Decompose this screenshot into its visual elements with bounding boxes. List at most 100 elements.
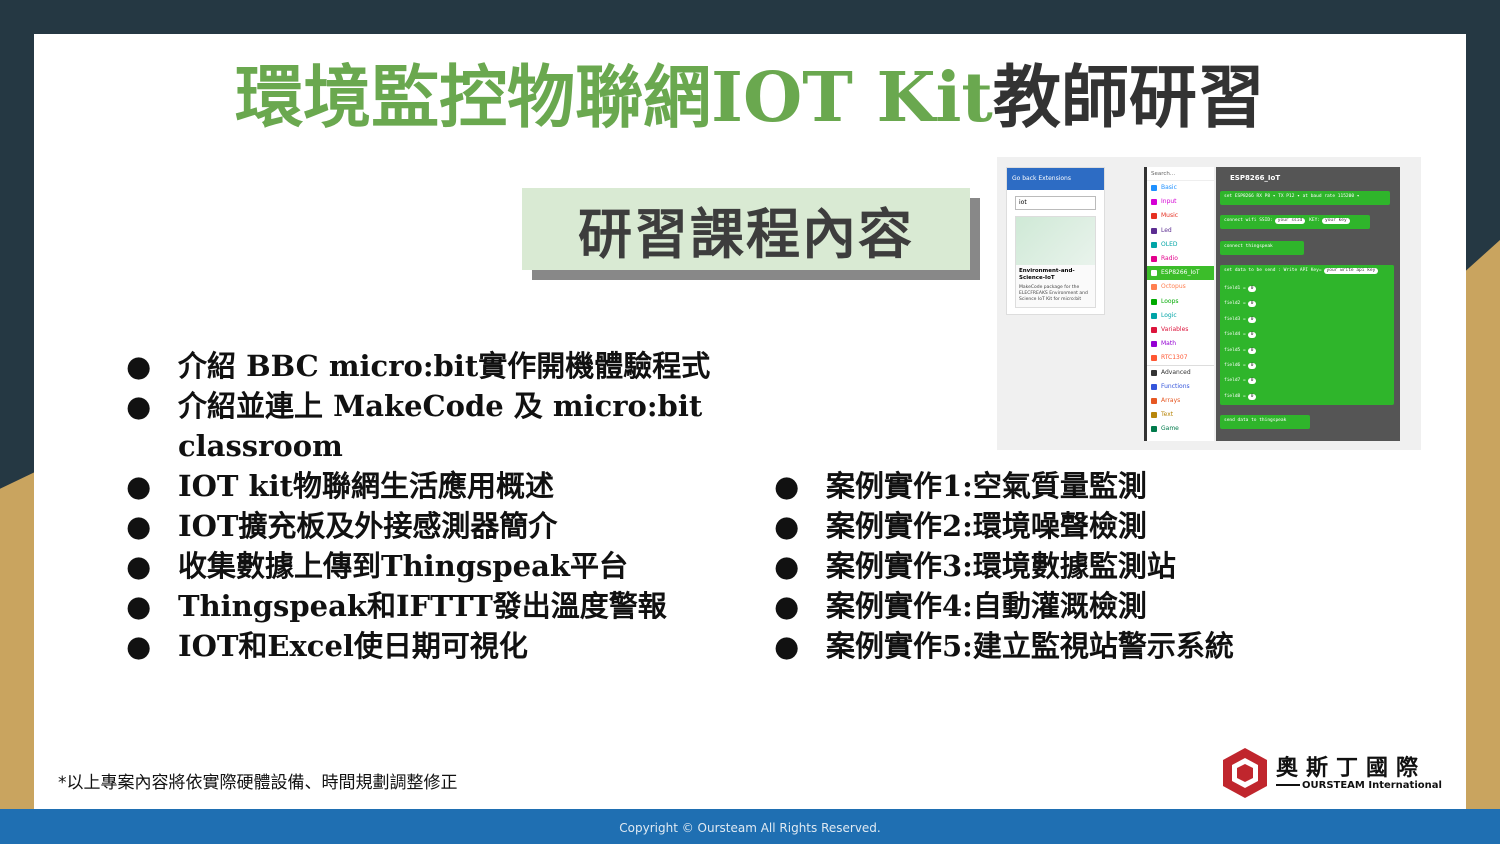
code-block-label: field2 = [1224,301,1246,307]
code-block-label: field6 = [1224,363,1246,368]
list-item: ● 收集數據上傳到Thingspeak平台 [126,546,766,586]
code-block-label: field4 = [1224,332,1246,338]
list-item: ● 案例實作5:建立監視站警示系統 [774,626,1334,666]
toolbox-item: Octopus [1147,280,1214,294]
extension-search-field: iot [1015,196,1096,210]
toolbox-item: Functions [1147,380,1214,394]
toolbox-item-label: Music [1161,212,1179,220]
toolbox-item-icon [1151,241,1157,248]
code-block-label: connect thingspeak [1224,244,1273,249]
list-item-text: 案例實作5:建立監視站警示系統 [826,629,1234,663]
code-block: set data to be send : Write API Key= your… [1220,265,1394,279]
toolbox-item-icon [1151,426,1157,433]
toolbox-item-icon [1151,270,1157,277]
block-value-pill: 0 [1247,347,1257,354]
toolbox-item-label: ESP8266_IoT [1161,269,1200,277]
list-item: ● 案例實作4:自動灌溉檢測 [774,586,1334,626]
bullet-icon: ● [126,389,152,423]
toolbox-item-icon [1151,370,1157,377]
blocks-workspace: ESP8266_IoT set ESP8266 RX P8 ▾ TX P12 ▾… [1216,167,1400,441]
logo-line [1276,784,1300,786]
list-item-text: IOT擴充板及外接感測器簡介 [178,509,558,543]
toolbox-item-icon [1151,341,1157,348]
code-block: connect thingspeak [1220,241,1304,255]
toolbox-item: Basic [1147,181,1214,195]
list-item: ● 案例實作2:環境噪聲檢測 [774,506,1334,546]
toolbox-item: OLED [1147,238,1214,252]
block-value-pill: 0 [1247,286,1257,292]
toolbox-item-label: Logic [1161,311,1177,319]
bullet-icon: ● [774,509,800,543]
toolbox-item: Advanced [1147,365,1214,379]
bullet-icon: ● [126,349,152,383]
toolbox-item-label: Led [1161,226,1172,234]
logo-english-text: OURSTEAM International [1302,780,1442,791]
toolbox-item: Loops [1147,295,1214,309]
code-block-label: field7 = [1224,378,1246,384]
extension-card-description: MakeCode package for the ELECFREAKS Envi… [1019,285,1088,302]
toolbox-item-label: Input [1161,198,1177,206]
bullet-icon: ● [774,589,800,623]
toolbox-item-label: Functions [1161,382,1190,390]
toolbox-item-icon [1151,284,1157,291]
list-item: ● 介紹 BBC micro:bit實作開機體驗程式 [126,346,766,386]
toolbox-item-icon [1151,383,1157,390]
code-block: field2 = 0 [1220,298,1260,311]
workspace-title: ESP8266_IoT [1230,174,1281,182]
bullet-icon: ● [774,469,800,503]
subtitle-text: 研習課程內容 [522,188,970,270]
list-item: ● 案例實作1:空氣質量監測 [774,466,1334,506]
block-value-pill: 0 [1247,301,1257,308]
toolbox-item-label: Basic [1161,184,1177,191]
block-value-pill: 0 [1247,363,1257,369]
toolbox-item: Music [1147,209,1214,223]
code-block: set ESP8266 RX P8 ▾ TX P12 ▾ at baud rat… [1220,191,1390,205]
footer-copyright: Copyright © Oursteam All Rights Reserved… [0,809,1500,844]
toolbox-item-icon [1151,312,1157,319]
code-block-label: field5 = [1224,347,1246,353]
toolbox-item: Radio [1147,252,1214,266]
code-block: field6 = 0 [1220,360,1260,372]
code-block-label: connect wifi SSID: [1224,218,1273,223]
toolbox-item-icon [1151,199,1157,206]
block-value-pill: 0 [1247,393,1257,400]
toolbox-item: ESP8266_IoT [1147,266,1214,281]
list-item-text: 介紹並連上 MakeCode 及 micro:bit classroom [178,389,703,463]
extensions-header: Go back Extensions [1007,168,1104,190]
code-block: field8 = 0 [1220,390,1260,403]
slide-title: 環境監控物聯網IOT Kit教師研習 [34,58,1466,139]
code-block: connect wifi SSID: your ssid KEY: your key [1220,215,1370,229]
toolbox-item: Led [1147,224,1214,238]
case-list-right: ● 案例實作1:空氣質量監測 ● 案例實作2:環境噪聲檢測 ● 案例實作3:環境數據監… [774,466,1334,666]
toolbox-item-label: Arrays [1161,396,1181,404]
list-item-text: Thingspeak和IFTTT發出溫度警報 [178,589,667,623]
toolbox-item-label: Text [1161,411,1174,418]
block-value-pill: your ssid [1274,218,1306,224]
toolbox-item-icon [1151,326,1157,333]
toolbox-item: Game [1147,422,1214,436]
code-block: field3 = 0 [1220,313,1260,326]
title-green-part: 環境監控物聯網IOT Kit [235,58,993,138]
toolbox-item: RTC1307 [1147,351,1214,365]
code-block-label: set ESP8266 RX P8 ▾ TX P12 ▾ at baud rat… [1224,194,1360,199]
toolbox-item: Math [1147,337,1214,351]
toolbox-item-label: Octopus [1161,283,1186,291]
toolbox-item-label: Variables [1161,325,1189,333]
toolbox-item-label: OLED [1161,240,1178,248]
extension-card: Environment-and-Science-IoT MakeCode pac… [1015,216,1096,308]
toolbox-item-label: Advanced [1161,369,1191,377]
code-block-label: set data to be send : Write API Key= [1224,268,1322,273]
footnote: *以上專案內容將依實際硬體設備、時間規劃調整修正 [58,773,458,793]
blocks-toolbox: Search... Basic Input Music Led OLED Radio ESP… [1144,167,1214,441]
list-item: ● 介紹並連上 MakeCode 及 micro:bit classroom [126,386,766,466]
list-item: ● 案例實作3:環境數據監測站 [774,546,1334,586]
block-value-pill: 0 [1247,316,1257,323]
logo-english-name: OURSTEAM International [1276,780,1442,791]
code-block-label: field8 = [1224,393,1246,399]
list-item-text: 案例實作4:自動灌溉檢測 [826,589,1147,623]
toolbox-item-icon [1151,397,1157,404]
extensions-panel: Go back Extensions iot Environment-and-S… [1006,167,1105,315]
toolbox-item-icon [1151,227,1157,234]
bullet-icon: ● [126,589,152,623]
toolbox-item-label: RTC1307 [1161,354,1188,362]
